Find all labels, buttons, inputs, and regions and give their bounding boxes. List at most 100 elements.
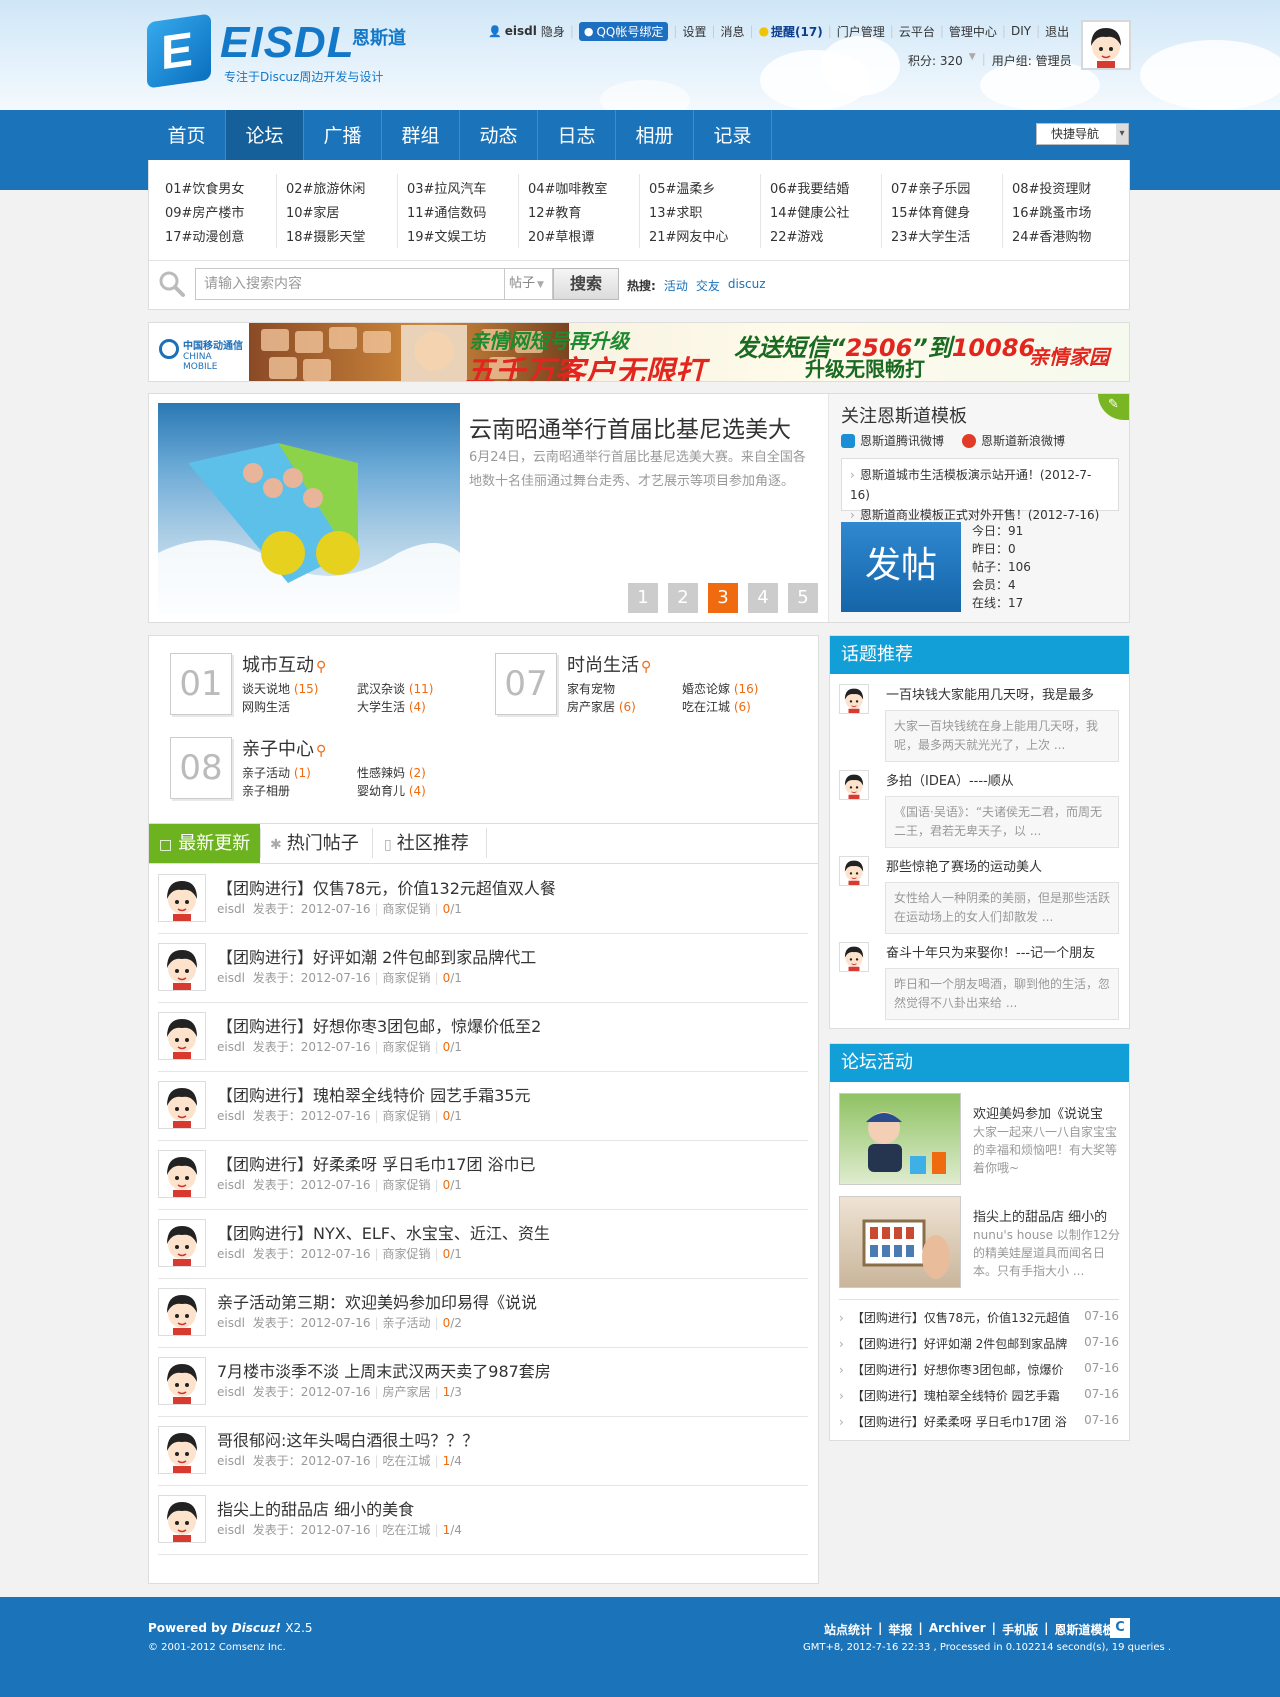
avatar[interactable]	[158, 1219, 206, 1267]
list-item[interactable]: › 【团购进行】好柔柔呀 孚日毛巾17团 浴 07-16	[839, 1413, 1119, 1430]
tencent-weibo-link[interactable]: 恩斯道腾讯微博	[841, 432, 944, 449]
ad-banner[interactable]: 中国移动通信 CHINA MOBILE 亲情网短号再升级 五千万客户无限打 发送…	[148, 322, 1130, 382]
hot-search-link[interactable]: 交友	[696, 277, 720, 294]
topic-title[interactable]: 那些惊艳了赛场的运动美人	[886, 856, 1042, 875]
slide-page-1[interactable]: 1	[628, 583, 658, 613]
diy-link[interactable]: DIY	[1011, 24, 1031, 38]
avatar[interactable]	[839, 770, 869, 800]
nav-item-records[interactable]: 记录	[694, 110, 772, 162]
forum-link[interactable]: 15#体育健身	[891, 202, 970, 221]
thread-author[interactable]: eisdl	[217, 1109, 245, 1123]
cloud-link[interactable]: 云平台	[899, 23, 935, 40]
search-type-select[interactable]: 帖子 ▼	[505, 268, 553, 300]
tab-hot[interactable]: ✱ 热门帖子	[270, 824, 359, 863]
nav-item-broadcast[interactable]: 广播	[304, 110, 382, 162]
slide-page-5[interactable]: 5	[788, 583, 818, 613]
thread-author[interactable]: eisdl	[217, 1523, 245, 1537]
category-number[interactable]: 01	[170, 653, 232, 715]
topic-title[interactable]: 一百块钱大家能用几天呀，我是最多	[886, 684, 1094, 703]
tab-latest[interactable]: □ 最新更新	[149, 824, 260, 863]
category-number[interactable]: 07	[495, 653, 557, 715]
footer-stats-link[interactable]: 站点统计	[824, 1621, 872, 1638]
subforum-link[interactable]: 大学生活 (4)	[357, 698, 426, 715]
logo-icon[interactable]	[147, 13, 211, 89]
category-number[interactable]: 08	[170, 737, 232, 799]
forum-link[interactable]: 14#健康公社	[770, 202, 849, 221]
thread-author[interactable]: eisdl	[217, 1385, 245, 1399]
footer-template-link[interactable]: 恩斯道模板	[1054, 1621, 1114, 1638]
credits-link[interactable]: 积分: 320	[908, 52, 963, 69]
category-title[interactable]: 亲子中心 ⚲	[242, 735, 326, 761]
thread-author[interactable]: eisdl	[217, 971, 245, 985]
subforum-link[interactable]: 家有宠物	[567, 680, 615, 697]
forum-link[interactable]: 01#饮食男女	[165, 178, 244, 197]
avatar[interactable]	[158, 1288, 206, 1336]
topic-title[interactable]: 奋斗十年只为来娶你！---记一个朋友	[886, 942, 1095, 961]
activity-image-2[interactable]	[839, 1196, 961, 1288]
slide-page-4[interactable]: 4	[748, 583, 778, 613]
subforum-link[interactable]: 武汉杂谈 (11)	[357, 680, 433, 697]
subforum-link[interactable]: 吃在江城 (6)	[682, 698, 751, 715]
thread-title[interactable]: 【团购进行】仅售78元，价值132元超值双人餐	[217, 875, 556, 899]
slide-page-3[interactable]: 3	[708, 583, 738, 613]
portal-admin-link[interactable]: 门户管理	[837, 23, 885, 40]
thread-title[interactable]: 【团购进行】NYX、ELF、水宝宝、近江、资生	[217, 1220, 550, 1244]
category-title[interactable]: 时尚生活 ⚲	[567, 651, 651, 677]
forum-link[interactable]: 04#咖啡教室	[528, 178, 607, 197]
footer-archiver-link[interactable]: Archiver	[929, 1621, 986, 1638]
status-link[interactable]: 隐身	[541, 23, 565, 40]
nav-item-feed[interactable]: 动态	[460, 110, 538, 162]
nav-item-home[interactable]: 首页	[148, 110, 226, 162]
thread-title[interactable]: 7月楼市淡季不淡 上周末武汉两天卖了987套房	[217, 1358, 551, 1382]
search-input[interactable]: 请输入搜索内容	[195, 268, 505, 300]
thread-forum[interactable]: 商家促销	[383, 1247, 431, 1261]
messages-link[interactable]: 消息	[721, 23, 745, 40]
list-item[interactable]: › 【团购进行】瑰柏翠全线特价 园艺手霜 07-16	[839, 1387, 1119, 1404]
thread-forum[interactable]: 商家促销	[383, 902, 431, 916]
hot-search-link[interactable]: discuz	[728, 277, 766, 294]
thread-title[interactable]: 指尖上的甜品店 细小的美食	[217, 1496, 414, 1520]
thread-forum[interactable]: 商家促销	[383, 1109, 431, 1123]
hot-search-link[interactable]: 活动	[664, 277, 688, 294]
topic-title[interactable]: 多拍（IDEA）----顺从	[886, 770, 1014, 789]
forum-link[interactable]: 23#大学生活	[891, 226, 970, 245]
qq-bind-button[interactable]: ● QQ帐号绑定	[578, 21, 669, 41]
avatar[interactable]	[1081, 20, 1131, 70]
footer-report-link[interactable]: 举报	[888, 1621, 912, 1638]
logout-link[interactable]: 退出	[1045, 23, 1069, 40]
new-post-button[interactable]: 发帖	[841, 522, 961, 612]
comsenz-logo-icon[interactable]: C	[1110, 1618, 1130, 1638]
category-title[interactable]: 城市互动 ⚲	[242, 651, 326, 677]
forum-link[interactable]: 06#我要结婚	[770, 178, 849, 197]
forum-link[interactable]: 17#动漫创意	[165, 226, 244, 245]
subforum-link[interactable]: 房产家居 (6)	[567, 698, 636, 715]
list-item[interactable]: › 【团购进行】好想你枣3团包邮，惊爆价 07-16	[839, 1361, 1119, 1378]
slide-image[interactable]	[158, 403, 460, 614]
forum-link[interactable]: 12#教育	[528, 202, 581, 221]
nav-item-forum[interactable]: 论坛	[226, 110, 304, 162]
thread-author[interactable]: eisdl	[217, 1040, 245, 1054]
thread-forum[interactable]: 商家促销	[383, 1178, 431, 1192]
forum-link[interactable]: 09#房产楼市	[165, 202, 244, 221]
forum-link[interactable]: 03#拉风汽车	[407, 178, 486, 197]
username-link[interactable]: eisdl	[505, 24, 537, 38]
forum-link[interactable]: 18#摄影天堂	[286, 226, 365, 245]
subforum-link[interactable]: 性感辣妈 (2)	[357, 764, 426, 781]
activity-image-1[interactable]	[839, 1093, 961, 1185]
tab-recommend[interactable]: ▯ 社区推荐	[384, 824, 469, 863]
activity-title[interactable]: 欢迎美妈参加《说说宝	[973, 1103, 1103, 1122]
avatar[interactable]	[158, 1495, 206, 1543]
forum-link[interactable]: 16#跳蚤市场	[1012, 202, 1091, 221]
thread-author[interactable]: eisdl	[217, 902, 245, 916]
thread-forum[interactable]: 商家促销	[383, 1040, 431, 1054]
thread-title[interactable]: 【团购进行】好评如潮 2件包邮到家品牌代工	[217, 944, 536, 968]
sina-weibo-link[interactable]: 恩斯道新浪微博	[962, 432, 1065, 449]
admin-center-link[interactable]: 管理中心	[949, 23, 997, 40]
thread-author[interactable]: eisdl	[217, 1178, 245, 1192]
thread-title[interactable]: 【团购进行】好想你枣3团包邮，惊爆价低至2	[217, 1013, 541, 1037]
thread-title[interactable]: 【团购进行】好柔柔呀 孚日毛巾17团 浴巾已	[217, 1151, 536, 1175]
activity-title[interactable]: 指尖上的甜品店 细小的	[973, 1206, 1107, 1225]
avatar[interactable]	[158, 1357, 206, 1405]
list-item[interactable]: › 【团购进行】好评如潮 2件包邮到家品牌 07-16	[839, 1335, 1119, 1352]
discuz-link[interactable]: Discuz!	[232, 1621, 281, 1635]
